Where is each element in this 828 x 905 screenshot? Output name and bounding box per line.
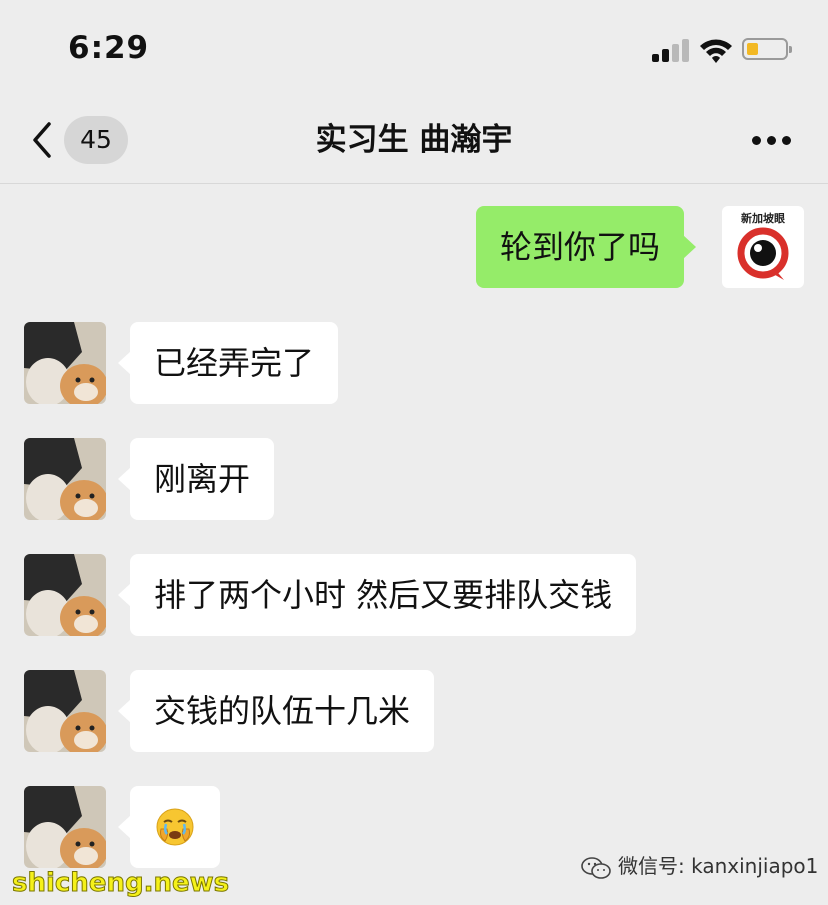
status-time: 6:29	[68, 30, 150, 66]
message-bubble-incoming[interactable]: 排了两个小时 然后又要排队交钱	[117, 554, 637, 636]
contact-avatar[interactable]	[24, 554, 106, 636]
message-bubble-incoming[interactable]: 刚离开	[117, 438, 275, 520]
message-bubble-outgoing[interactable]: 轮到你了吗	[476, 206, 697, 288]
eye-logo-icon	[737, 227, 789, 280]
chat-header: 45 实习生 曲瀚宇	[0, 100, 828, 184]
contact-avatar[interactable]	[24, 322, 106, 404]
cat-photo-avatar	[24, 554, 106, 636]
message-bubble-incoming[interactable]: 交钱的队伍十几米	[117, 670, 435, 752]
wechat-id-text: 微信号: kanxinjiapo1	[618, 854, 819, 878]
more-options-icon[interactable]	[752, 136, 792, 146]
wechat-logo-icon	[581, 856, 611, 879]
cat-photo-avatar	[24, 786, 106, 868]
site-watermark: shicheng.news	[11, 868, 230, 899]
wifi-icon	[700, 39, 732, 63]
contact-avatar[interactable]	[24, 438, 106, 520]
cellular-signal-icon	[652, 38, 692, 62]
status-bar: 6:29	[0, 0, 828, 100]
cat-photo-avatar	[24, 438, 106, 520]
cat-photo-avatar	[24, 670, 106, 752]
message-bubble-incoming[interactable]: 已经弄完了	[117, 322, 339, 404]
crying-face-emoji-icon	[156, 808, 194, 846]
wechat-id-watermark: 微信号: kanxinjiapo1	[580, 850, 818, 880]
contact-avatar[interactable]	[24, 670, 106, 752]
self-avatar[interactable]: 新加坡眼	[722, 206, 804, 288]
cat-photo-avatar	[24, 322, 106, 404]
contact-avatar[interactable]	[24, 786, 106, 868]
message-bubble-incoming-emoji[interactable]	[118, 786, 220, 868]
chat-title: 实习生 曲瀚宇	[315, 122, 513, 158]
battery-icon	[742, 38, 792, 60]
